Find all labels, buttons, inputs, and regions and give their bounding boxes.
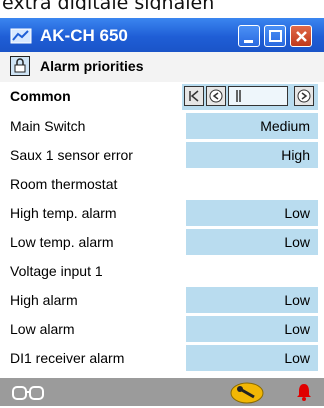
row-label: Voltage input 1	[10, 263, 103, 279]
priority-select[interactable]: Low	[186, 316, 318, 342]
row-label: Low alarm	[10, 321, 75, 337]
row-value: High	[281, 147, 310, 163]
page-header: Alarm priorities	[0, 52, 324, 82]
window-title: AK-CH 650	[40, 26, 128, 45]
group-label: Common	[10, 88, 71, 104]
bell-icon[interactable]	[294, 382, 314, 402]
list-item: Main Switch Medium	[0, 112, 324, 140]
glasses-icon[interactable]	[12, 384, 46, 402]
priority-select[interactable]: Low	[186, 200, 318, 226]
row-value: Low	[284, 234, 310, 250]
next-icon	[297, 89, 311, 103]
scroll-thumb[interactable]	[228, 86, 288, 106]
first-page-icon	[189, 90, 199, 102]
list-item: Low temp. alarm Low	[0, 228, 324, 256]
row-value: Low	[284, 321, 310, 337]
row-label: Main Switch	[10, 118, 86, 134]
row-label: Low temp. alarm	[10, 234, 114, 250]
row-label: High temp. alarm	[10, 205, 117, 221]
maximize-button[interactable]	[264, 25, 286, 47]
row-value: Medium	[260, 118, 310, 134]
row-label: Saux 1 sensor error	[10, 147, 133, 163]
list-item: DI1 receiver alarm Low	[0, 344, 324, 372]
list-item: Voltage input 1	[0, 257, 324, 285]
app-icon	[10, 27, 32, 45]
page-title: Alarm priorities	[40, 58, 144, 74]
list-item: Low alarm Low	[0, 315, 324, 343]
list-item: High alarm Low	[0, 286, 324, 314]
prev-icon	[209, 89, 223, 103]
minimize-button[interactable]	[238, 25, 260, 47]
status-bar	[0, 378, 324, 406]
group-scrollbar[interactable]	[182, 84, 318, 110]
row-label: DI1 receiver alarm	[10, 350, 125, 366]
page-caption: extra digitale signalen	[0, 0, 324, 10]
prev-button[interactable]	[206, 86, 226, 106]
list-item: Room thermostat	[0, 170, 324, 198]
priority-select[interactable]: High	[186, 142, 318, 168]
priority-select[interactable]: Low	[186, 345, 318, 371]
list-item: High temp. alarm Low	[0, 199, 324, 227]
first-page-button[interactable]	[184, 86, 204, 106]
row-label: High alarm	[10, 292, 78, 308]
key-icon[interactable]	[230, 382, 264, 404]
window-titlebar: AK-CH 650	[0, 18, 324, 52]
next-button[interactable]	[294, 86, 314, 106]
lock-icon	[10, 56, 30, 76]
row-value: Low	[284, 350, 310, 366]
row-value: Low	[284, 205, 310, 221]
priority-select[interactable]: Low	[186, 287, 318, 313]
priority-select[interactable]: Low	[186, 229, 318, 255]
row-label: Room thermostat	[10, 176, 118, 192]
priority-select[interactable]: Medium	[186, 113, 318, 139]
close-button[interactable]	[290, 25, 312, 47]
row-value: Low	[284, 292, 310, 308]
list-item: Saux 1 sensor error High	[0, 141, 324, 169]
